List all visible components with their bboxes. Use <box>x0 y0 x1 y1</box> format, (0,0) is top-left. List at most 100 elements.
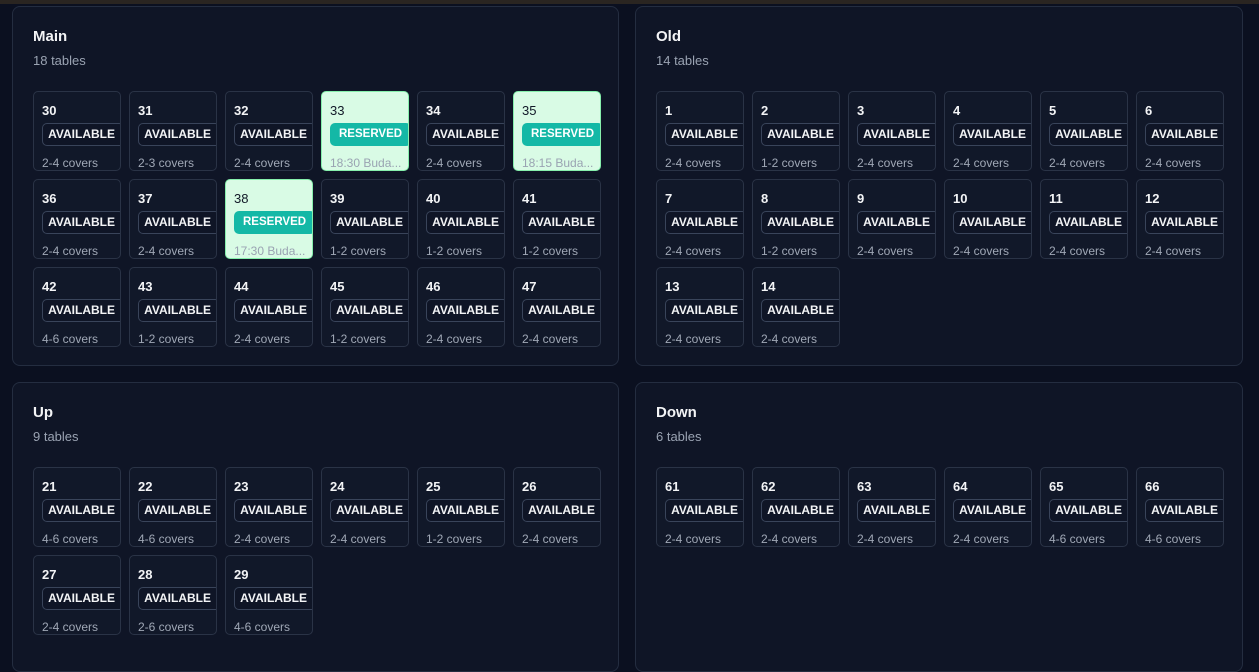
covers-label: 2-4 covers <box>234 532 291 546</box>
table-card-47[interactable]: 47 AVAILABLE 2-4 covers <box>513 267 601 347</box>
section-title: Old <box>656 28 681 45</box>
reservation-info: 18:15 Buda... <box>522 156 594 170</box>
available-badge: AVAILABLE <box>42 587 120 610</box>
table-card-8[interactable]: 8 AVAILABLE 1-2 covers <box>752 179 840 259</box>
available-badge: AVAILABLE <box>138 211 216 234</box>
table-number: 62 <box>761 479 776 494</box>
table-number: 23 <box>234 479 249 494</box>
table-number: 28 <box>138 567 153 582</box>
available-badge: AVAILABLE <box>665 499 743 522</box>
available-badge: AVAILABLE <box>857 499 935 522</box>
table-card-24[interactable]: 24 AVAILABLE 2-4 covers <box>321 467 409 547</box>
covers-label: 2-6 covers <box>138 620 195 634</box>
table-card-38[interactable]: 38 RESERVED 17:30 Buda... <box>225 179 313 259</box>
table-card-31[interactable]: 31 AVAILABLE 2-3 covers <box>129 91 217 171</box>
table-card-62[interactable]: 62 AVAILABLE 2-4 covers <box>752 467 840 547</box>
table-card-43[interactable]: 43 AVAILABLE 1-2 covers <box>129 267 217 347</box>
table-card-1[interactable]: 1 AVAILABLE 2-4 covers <box>656 91 744 171</box>
covers-label: 2-4 covers <box>522 332 579 346</box>
table-card-44[interactable]: 44 AVAILABLE 2-4 covers <box>225 267 313 347</box>
available-badge: AVAILABLE <box>330 499 408 522</box>
available-badge: AVAILABLE <box>330 299 408 322</box>
table-card-39[interactable]: 39 AVAILABLE 1-2 covers <box>321 179 409 259</box>
table-card-9[interactable]: 9 AVAILABLE 2-4 covers <box>848 179 936 259</box>
table-card-23[interactable]: 23 AVAILABLE 2-4 covers <box>225 467 313 547</box>
available-badge: AVAILABLE <box>138 299 216 322</box>
available-badge: AVAILABLE <box>665 123 743 146</box>
available-badge: AVAILABLE <box>1145 211 1223 234</box>
table-card-41[interactable]: 41 AVAILABLE 1-2 covers <box>513 179 601 259</box>
available-badge: AVAILABLE <box>138 123 216 146</box>
table-number: 46 <box>426 279 441 294</box>
table-card-37[interactable]: 37 AVAILABLE 2-4 covers <box>129 179 217 259</box>
table-number: 5 <box>1049 103 1057 118</box>
table-card-14[interactable]: 14 AVAILABLE 2-4 covers <box>752 267 840 347</box>
table-number: 65 <box>1049 479 1064 494</box>
table-card-61[interactable]: 61 AVAILABLE 2-4 covers <box>656 467 744 547</box>
table-card-25[interactable]: 25 AVAILABLE 1-2 covers <box>417 467 505 547</box>
covers-label: 2-4 covers <box>426 156 483 170</box>
table-card-28[interactable]: 28 AVAILABLE 2-6 covers <box>129 555 217 635</box>
covers-label: 2-4 covers <box>1145 156 1202 170</box>
covers-label: 4-6 covers <box>1049 532 1106 546</box>
table-number: 22 <box>138 479 153 494</box>
section-title: Down <box>656 404 697 421</box>
table-card-42[interactable]: 42 AVAILABLE 4-6 covers <box>33 267 121 347</box>
available-badge: AVAILABLE <box>42 299 120 322</box>
table-card-30[interactable]: 30 AVAILABLE 2-4 covers <box>33 91 121 171</box>
available-badge: AVAILABLE <box>42 123 120 146</box>
table-grid: 61 AVAILABLE 2-4 covers 62 AVAILABLE 2-4 cove… <box>656 467 1224 547</box>
available-badge: AVAILABLE <box>1049 123 1127 146</box>
table-card-46[interactable]: 46 AVAILABLE 2-4 covers <box>417 267 505 347</box>
covers-label: 2-4 covers <box>1049 156 1106 170</box>
table-card-6[interactable]: 6 AVAILABLE 2-4 covers <box>1136 91 1224 171</box>
table-card-12[interactable]: 12 AVAILABLE 2-4 covers <box>1136 179 1224 259</box>
table-card-36[interactable]: 36 AVAILABLE 2-4 covers <box>33 179 121 259</box>
table-card-21[interactable]: 21 AVAILABLE 4-6 covers <box>33 467 121 547</box>
table-grid: 1 AVAILABLE 2-4 covers 2 AVAILABLE 1-2 covers… <box>656 91 1224 347</box>
table-card-11[interactable]: 11 AVAILABLE 2-4 covers <box>1040 179 1128 259</box>
table-card-22[interactable]: 22 AVAILABLE 4-6 covers <box>129 467 217 547</box>
table-card-66[interactable]: 66 AVAILABLE 4-6 covers <box>1136 467 1224 547</box>
covers-label: 2-4 covers <box>665 332 722 346</box>
table-card-32[interactable]: 32 AVAILABLE 2-4 covers <box>225 91 313 171</box>
table-number: 35 <box>522 103 537 118</box>
table-card-2[interactable]: 2 AVAILABLE 1-2 covers <box>752 91 840 171</box>
table-card-40[interactable]: 40 AVAILABLE 1-2 covers <box>417 179 505 259</box>
available-badge: AVAILABLE <box>857 123 935 146</box>
table-card-4[interactable]: 4 AVAILABLE 2-4 covers <box>944 91 1032 171</box>
section-table-count: 14 tables <box>656 53 709 68</box>
table-grid: 21 AVAILABLE 4-6 covers 22 AVAILABLE 4-6 cove… <box>33 467 601 635</box>
table-number: 29 <box>234 567 249 582</box>
table-card-29[interactable]: 29 AVAILABLE 4-6 covers <box>225 555 313 635</box>
table-card-65[interactable]: 65 AVAILABLE 4-6 covers <box>1040 467 1128 547</box>
covers-label: 2-4 covers <box>857 156 914 170</box>
table-card-26[interactable]: 26 AVAILABLE 2-4 covers <box>513 467 601 547</box>
table-number: 40 <box>426 191 441 206</box>
covers-label: 1-2 covers <box>522 244 579 258</box>
reserved-badge: RESERVED <box>522 123 600 146</box>
reservation-info: 18:30 Buda... <box>330 156 402 170</box>
table-card-64[interactable]: 64 AVAILABLE 2-4 covers <box>944 467 1032 547</box>
table-card-34[interactable]: 34 AVAILABLE 2-4 covers <box>417 91 505 171</box>
table-number: 30 <box>42 103 57 118</box>
table-card-5[interactable]: 5 AVAILABLE 2-4 covers <box>1040 91 1128 171</box>
table-number: 61 <box>665 479 680 494</box>
available-badge: AVAILABLE <box>426 123 504 146</box>
covers-label: 2-4 covers <box>761 332 818 346</box>
table-number: 38 <box>234 191 249 206</box>
table-card-33[interactable]: 33 RESERVED 18:30 Buda... <box>321 91 409 171</box>
table-number: 41 <box>522 191 537 206</box>
table-card-7[interactable]: 7 AVAILABLE 2-4 covers <box>656 179 744 259</box>
table-number: 6 <box>1145 103 1153 118</box>
table-card-45[interactable]: 45 AVAILABLE 1-2 covers <box>321 267 409 347</box>
available-badge: AVAILABLE <box>665 299 743 322</box>
covers-label: 1-2 covers <box>138 332 195 346</box>
table-card-27[interactable]: 27 AVAILABLE 2-4 covers <box>33 555 121 635</box>
table-card-13[interactable]: 13 AVAILABLE 2-4 covers <box>656 267 744 347</box>
table-card-35[interactable]: 35 RESERVED 18:15 Buda... <box>513 91 601 171</box>
table-card-10[interactable]: 10 AVAILABLE 2-4 covers <box>944 179 1032 259</box>
table-card-3[interactable]: 3 AVAILABLE 2-4 covers <box>848 91 936 171</box>
table-card-63[interactable]: 63 AVAILABLE 2-4 covers <box>848 467 936 547</box>
covers-label: 2-4 covers <box>330 532 387 546</box>
